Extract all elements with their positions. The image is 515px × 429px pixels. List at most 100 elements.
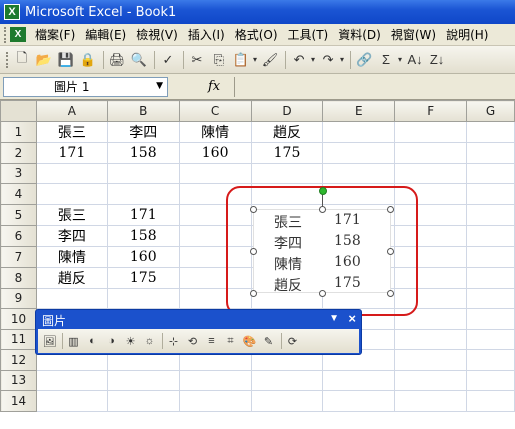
cell-a2[interactable]: 171 — [35, 142, 108, 164]
menu-data[interactable]: 資料(D) — [333, 26, 386, 43]
cell-f2[interactable] — [394, 142, 468, 164]
select-all-corner[interactable] — [0, 100, 37, 122]
cell-a5[interactable]: 張三 — [35, 203, 108, 226]
cell-d2[interactable]: 175 — [250, 142, 324, 164]
resize-handle-ne[interactable] — [387, 206, 394, 213]
cell-g6[interactable] — [466, 224, 515, 247]
paste-dropdown-icon[interactable]: ▾ — [253, 55, 257, 64]
less-brightness-icon[interactable]: ☼ — [141, 332, 158, 350]
new-icon[interactable]: 🗋 — [12, 50, 32, 70]
hyperlink-icon[interactable]: 🔗 — [354, 50, 374, 70]
resize-handle-se[interactable] — [387, 290, 394, 297]
resize-handle-w[interactable] — [250, 248, 257, 255]
fx-icon[interactable]: fx — [208, 79, 220, 94]
row-header[interactable]: 2 — [0, 142, 37, 164]
cell-f1[interactable] — [394, 121, 468, 143]
crop-icon[interactable]: ⊹ — [165, 332, 182, 350]
column-header-e[interactable]: E — [322, 100, 396, 122]
cell-g1[interactable] — [466, 121, 515, 143]
row-header[interactable]: 1 — [0, 121, 37, 143]
cell-a6[interactable]: 李四 — [35, 224, 108, 247]
open-icon[interactable]: 📂 — [34, 50, 54, 70]
cell-f3[interactable] — [394, 162, 468, 184]
cell-c2[interactable]: 160 — [178, 142, 252, 164]
rotate-left-icon[interactable]: ⟲ — [184, 332, 201, 350]
line-style-icon[interactable]: ≡ — [203, 332, 220, 350]
print-preview-icon[interactable]: 🔍 — [129, 50, 149, 70]
cell-g8[interactable] — [466, 266, 515, 289]
cell-d13[interactable] — [250, 369, 324, 391]
resize-handle-sw[interactable] — [250, 290, 257, 297]
undo-dropdown-icon[interactable]: ▾ — [311, 55, 315, 64]
grip-handle[interactable] — [4, 26, 7, 43]
undo-icon[interactable]: ↶ — [289, 50, 309, 70]
autosum-icon[interactable]: Σ — [376, 50, 396, 70]
cell-b5[interactable]: 171 — [106, 203, 180, 226]
column-header-c[interactable]: C — [178, 100, 252, 122]
print-icon[interactable]: 🖨 — [107, 50, 127, 70]
save-icon[interactable]: 💾 — [56, 50, 76, 70]
resize-handle-s[interactable] — [319, 290, 326, 297]
name-box[interactable]: 圖片 1 ▼ — [3, 76, 168, 97]
resize-handle-nw[interactable] — [250, 206, 257, 213]
sort-ascending-icon[interactable]: A↓ — [405, 50, 425, 70]
cell-g14[interactable] — [466, 390, 515, 412]
cell-d3[interactable] — [250, 162, 324, 184]
chevron-down-icon[interactable]: ▼ — [156, 81, 163, 91]
cell-b14[interactable] — [106, 390, 180, 412]
cell-g9[interactable] — [466, 287, 515, 309]
cell-d14[interactable] — [250, 390, 324, 412]
cell-g3[interactable] — [466, 162, 515, 184]
toolbar-options-icon[interactable]: ▼ — [329, 313, 339, 324]
row-header[interactable]: 4 — [0, 183, 37, 205]
cell-e3[interactable] — [322, 162, 396, 184]
menu-format[interactable]: 格式(O) — [230, 26, 283, 43]
cell-f12[interactable] — [394, 349, 468, 371]
column-header-b[interactable]: B — [106, 100, 180, 122]
resize-handle-e[interactable] — [387, 248, 394, 255]
cell-a13[interactable] — [35, 369, 108, 391]
row-header[interactable]: 13 — [0, 369, 37, 391]
row-header[interactable]: 10 — [0, 308, 37, 330]
cell-b6[interactable]: 158 — [106, 224, 180, 247]
menu-insert[interactable]: 插入(I) — [183, 26, 230, 43]
cell-b13[interactable] — [106, 369, 180, 391]
menu-window[interactable]: 視窗(W) — [386, 26, 441, 43]
cell-f14[interactable] — [394, 390, 468, 412]
autosum-dropdown-icon[interactable]: ▾ — [398, 55, 402, 64]
cell-a8[interactable]: 趙反 — [35, 266, 108, 289]
format-picture-icon[interactable]: 🎨 — [241, 332, 258, 350]
insert-picture-icon[interactable]: 🖼 — [41, 332, 58, 350]
permission-icon[interactable]: 🔒 — [78, 50, 98, 70]
cell-c13[interactable] — [178, 369, 252, 391]
cell-b8[interactable]: 175 — [106, 266, 180, 289]
cell-g4[interactable] — [466, 183, 515, 205]
more-contrast-icon[interactable]: ◐ — [84, 332, 101, 350]
reset-picture-icon[interactable]: ⟳ — [284, 332, 301, 350]
column-header-g[interactable]: G — [466, 100, 515, 122]
paste-icon[interactable]: 📋 — [231, 50, 251, 70]
cell-e14[interactable] — [322, 390, 396, 412]
cell-a9[interactable] — [35, 287, 108, 309]
redo-dropdown-icon[interactable]: ▾ — [340, 55, 344, 64]
picture-toolbar[interactable]: 圖片 ▼ × 🖼 ▥ ◐ ◑ ☀ ☼ ⊹ ⟲ ≡ ⌗ 🎨 ✎ ⟳ — [35, 309, 362, 355]
cell-g13[interactable] — [466, 369, 515, 391]
row-header[interactable]: 3 — [0, 162, 37, 184]
menu-help[interactable]: 說明(H) — [441, 26, 493, 43]
resize-handle-n[interactable] — [319, 206, 326, 213]
cell-f11[interactable] — [394, 328, 468, 350]
row-header[interactable]: 12 — [0, 349, 37, 371]
cut-icon[interactable]: ✂ — [187, 50, 207, 70]
cell-e2[interactable] — [322, 142, 396, 164]
cell-e1[interactable] — [322, 121, 396, 143]
row-header[interactable]: 6 — [0, 224, 37, 247]
cell-f13[interactable] — [394, 369, 468, 391]
cell-a7[interactable]: 陳情 — [35, 245, 108, 268]
redo-icon[interactable]: ↷ — [318, 50, 338, 70]
cell-e13[interactable] — [322, 369, 396, 391]
toolbar-grip[interactable] — [6, 51, 9, 68]
close-icon[interactable]: × — [348, 311, 356, 326]
copy-icon[interactable]: ⎘ — [209, 50, 229, 70]
cell-b4[interactable] — [106, 183, 180, 205]
menu-view[interactable]: 檢視(V) — [131, 26, 183, 43]
